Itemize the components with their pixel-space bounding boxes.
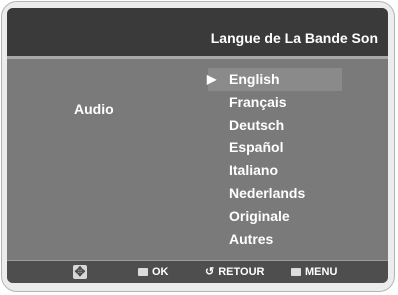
selection-arrow-icon: ▶ — [207, 72, 217, 86]
menu-content: Audio ▶ English Français Deutsch Español… — [7, 59, 388, 260]
language-option-nederlands[interactable]: Nederlands — [208, 182, 342, 205]
menu-key-icon — [291, 268, 301, 276]
page-title: Langue de La Bande Son — [210, 30, 378, 46]
language-option-italiano[interactable]: Italiano — [208, 159, 342, 182]
language-label: Español — [229, 139, 284, 156]
audio-label: Audio — [74, 101, 114, 117]
language-label: Autres — [229, 230, 274, 247]
ok-label: OK — [152, 266, 169, 278]
osd-screen: Langue de La Bande Son Audio ▶ English F… — [7, 8, 388, 283]
language-label: English — [229, 71, 280, 87]
language-list: ▶ English Français Deutsch Español Itali… — [207, 68, 342, 251]
language-option-deutsch[interactable]: Deutsch — [208, 114, 342, 137]
ok-hint[interactable]: OK — [138, 265, 169, 279]
language-label: Deutsch — [229, 116, 285, 133]
header-bar: Langue de La Bande Son — [7, 8, 388, 56]
menu-hint[interactable]: MENU — [291, 265, 337, 279]
language-option-autres[interactable]: Autres — [208, 228, 342, 251]
language-option-espanol[interactable]: Español — [208, 136, 342, 159]
return-icon: ↺ — [205, 266, 215, 278]
menu-label: MENU — [305, 266, 338, 278]
return-label: RETOUR — [218, 266, 265, 278]
language-option-francais[interactable]: Français — [208, 91, 342, 114]
return-hint[interactable]: ↺ RETOUR — [205, 265, 264, 279]
language-option-english[interactable]: ▶ English — [207, 68, 342, 91]
language-label: Originale — [229, 207, 290, 224]
language-label: Italiano — [229, 162, 279, 179]
language-label: Français — [229, 93, 287, 110]
language-label: Nederlands — [229, 184, 306, 201]
navigate-arrows-icon — [73, 264, 87, 280]
language-option-originale[interactable]: Originale — [208, 205, 342, 228]
navigate-hint — [73, 264, 87, 280]
footer-bar: OK ↺ RETOUR MENU — [7, 260, 388, 283]
enter-key-icon — [138, 268, 148, 276]
